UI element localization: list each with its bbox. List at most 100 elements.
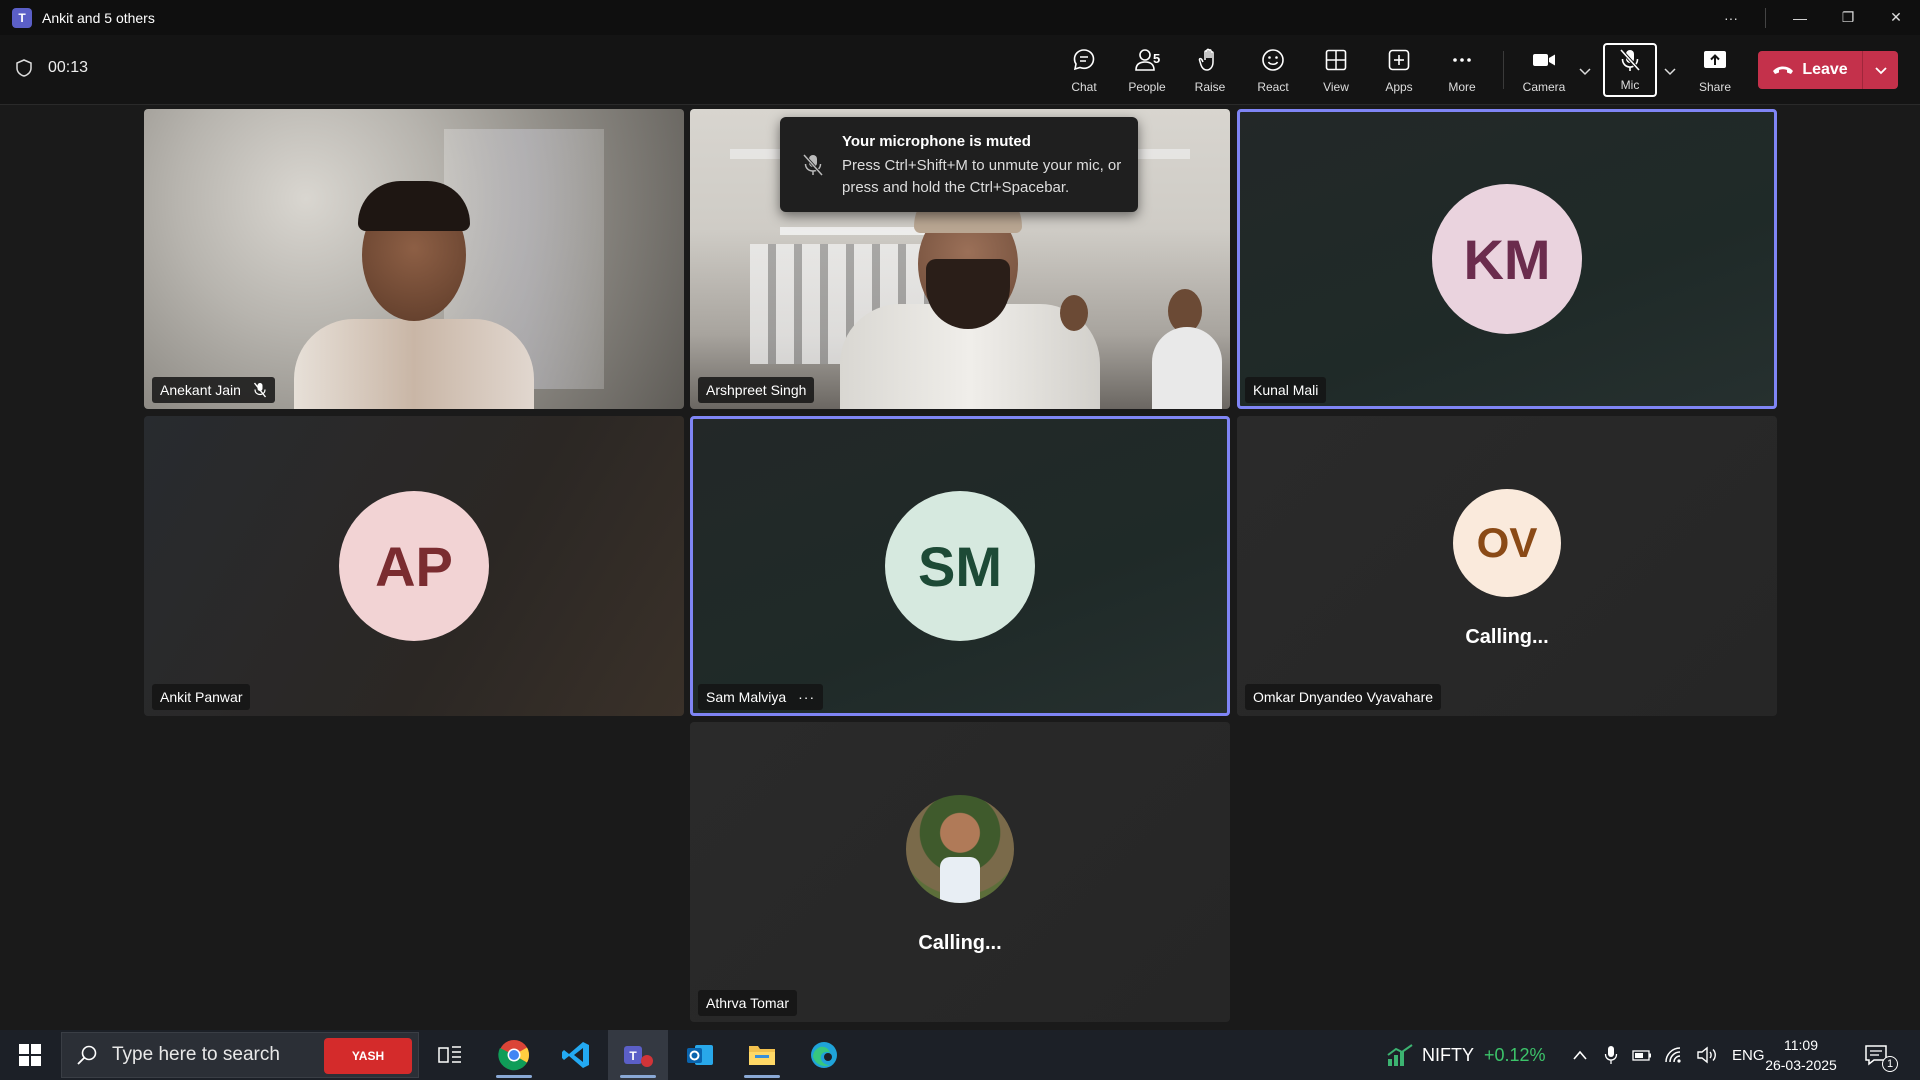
battery-icon[interactable]	[1632, 1048, 1652, 1062]
teams-icon: T	[624, 1046, 653, 1067]
calling-status: Calling...	[918, 932, 1002, 954]
clock-time: 11:09	[1784, 1037, 1818, 1053]
search-placeholder: Type here to search	[112, 1044, 280, 1065]
react-button[interactable]: React	[1243, 45, 1303, 99]
plus-square-icon	[1388, 49, 1410, 71]
mic-button[interactable]: Mic	[1603, 43, 1657, 97]
stock-name: NIFTY	[1422, 1044, 1474, 1065]
search-highlight-badge[interactable]: YASH	[324, 1038, 412, 1074]
share-button[interactable]: Share	[1685, 45, 1745, 99]
clock-date: 26-03-2025	[1765, 1057, 1837, 1073]
leave-label: Leave	[1802, 61, 1848, 78]
taskbar-app-chrome[interactable]	[484, 1030, 544, 1080]
apps-button[interactable]: Apps	[1369, 45, 1429, 99]
participant-tile[interactable]: Anekant Jain	[144, 109, 684, 409]
wifi-icon[interactable]	[1664, 1046, 1684, 1064]
background-person-head	[1060, 295, 1088, 331]
folder-icon	[749, 1046, 775, 1065]
participant-tile[interactable]: AP Ankit Panwar	[144, 416, 684, 716]
camera-button[interactable]: Camera	[1514, 45, 1574, 99]
microphone-icon[interactable]	[1604, 1045, 1618, 1065]
participant-tile[interactable]: OV Calling... Omkar Dnyandeo Vyavahare	[1237, 416, 1777, 716]
taskbar-app-edge[interactable]	[794, 1030, 854, 1080]
participant-tile[interactable]: KM Kunal Mali	[1237, 109, 1777, 409]
participant-name: Arshpreet Singh	[706, 382, 807, 398]
participant-tile[interactable]: Calling... Athrva Tomar	[690, 722, 1230, 1022]
participant-video-body	[294, 319, 534, 409]
leave-button[interactable]: Leave	[1758, 51, 1862, 89]
people-button[interactable]: 5 People	[1117, 45, 1177, 99]
participant-avatar: AP	[339, 491, 489, 641]
vscode-icon	[562, 1042, 589, 1068]
meeting-stage: Anekant Jain Arshpreet Singh KM Kunal Ma…	[0, 106, 1920, 1030]
chat-label: Chat	[1071, 80, 1097, 94]
speaker-icon[interactable]	[1696, 1046, 1718, 1064]
leave-button-group: Leave	[1758, 51, 1898, 89]
leave-options-button[interactable]	[1863, 51, 1898, 89]
stock-chart-icon	[1387, 1044, 1413, 1066]
stock-widget[interactable]: NIFTY +0.12%	[1386, 1030, 1546, 1080]
windows-logo-icon	[19, 1044, 41, 1066]
restore-icon[interactable]: ❐	[1824, 9, 1872, 26]
taskbar-app-file-explorer[interactable]	[732, 1030, 792, 1080]
taskbar-app-teams[interactable]: T	[608, 1030, 668, 1080]
background-person-body	[1152, 327, 1222, 409]
divider	[1765, 7, 1766, 28]
running-indicator	[496, 1075, 532, 1078]
toolbar-divider	[1503, 51, 1504, 89]
chat-icon	[1073, 49, 1095, 71]
avatar-shirt	[940, 857, 980, 903]
taskbar-clock[interactable]: 11:09 26-03-2025	[1746, 1035, 1856, 1075]
participant-name-tag: Ankit Panwar	[152, 684, 251, 710]
more-label: More	[1448, 80, 1476, 94]
share-label: Share	[1698, 80, 1732, 94]
participant-options-button[interactable]: ···	[798, 689, 815, 705]
teams-app-icon: T	[12, 7, 32, 28]
view-label: View	[1323, 80, 1349, 94]
mic-muted-icon	[1619, 48, 1641, 72]
meeting-timer: 00:13	[16, 59, 88, 77]
notification-center-button[interactable]: 1	[1864, 1030, 1898, 1080]
chevron-up-icon[interactable]	[1572, 1049, 1588, 1061]
participant-name-tag: Sam Malviya ···	[698, 684, 824, 710]
task-view-icon	[438, 1046, 461, 1063]
notification-count: 1	[1882, 1056, 1898, 1072]
ellipsis-icon	[1453, 58, 1471, 62]
participant-name-tag: Anekant Jain	[152, 377, 275, 403]
mic-muted-icon	[802, 153, 824, 177]
taskbar-app-vscode[interactable]	[546, 1030, 606, 1080]
task-view-button[interactable]	[420, 1030, 480, 1080]
view-button[interactable]: View	[1306, 45, 1366, 99]
camera-options-chevron-icon[interactable]	[1577, 63, 1593, 79]
react-label: React	[1257, 80, 1289, 94]
share-screen-icon	[1704, 51, 1726, 68]
title-bar: T Ankit and 5 others ··· — ❐ ✕	[0, 0, 1920, 35]
participant-name: Anekant Jain	[160, 382, 241, 398]
more-button[interactable]: More	[1432, 45, 1492, 99]
camera-label: Camera	[1522, 80, 1566, 94]
taskbar-app-outlook[interactable]	[670, 1030, 730, 1080]
participant-name-tag: Athrva Tomar	[698, 990, 797, 1016]
window-title: Ankit and 5 others	[42, 9, 155, 26]
minimize-icon[interactable]: —	[1776, 10, 1824, 26]
participant-tile[interactable]: SM Sam Malviya ···	[690, 416, 1230, 716]
participant-name: Kunal Mali	[1253, 382, 1319, 398]
close-icon[interactable]: ✕	[1872, 9, 1920, 26]
chat-button[interactable]: Chat	[1054, 45, 1114, 99]
participant-avatar: OV	[1453, 489, 1561, 597]
participant-avatar: SM	[885, 491, 1035, 641]
hand-icon	[1198, 48, 1214, 71]
mic-options-chevron-icon[interactable]	[1662, 63, 1678, 79]
window-controls: ··· — ❐ ✕	[1707, 0, 1920, 35]
notification-body: Press Ctrl+Shift+M to unmute your mic, o…	[842, 157, 1122, 196]
shield-icon	[16, 59, 32, 77]
start-button[interactable]	[0, 1030, 60, 1080]
participant-name-tag: Omkar Dnyandeo Vyavahare	[1245, 684, 1442, 710]
chevron-down-icon	[1874, 67, 1887, 75]
participant-photo-avatar	[906, 795, 1014, 903]
more-options-icon[interactable]: ···	[1707, 10, 1755, 26]
edge-icon	[811, 1042, 837, 1068]
raise-hand-button[interactable]: Raise	[1180, 45, 1240, 99]
running-indicator	[744, 1075, 780, 1078]
taskbar-search-box[interactable]: Type here to search YASH	[61, 1032, 419, 1078]
